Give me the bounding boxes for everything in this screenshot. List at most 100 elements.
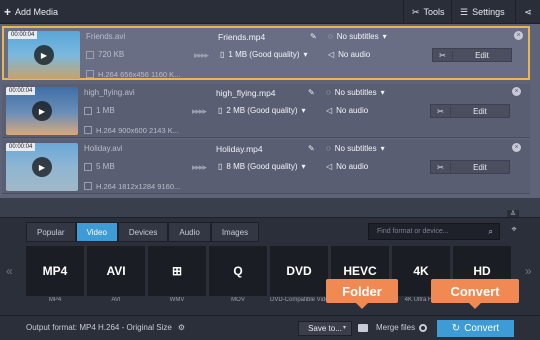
file-row[interactable]: 00:00:04 ▶ Holiday.avi 5 MB H.264 1812x1… — [2, 140, 530, 194]
subtitles-dropdown[interactable]: ◌ No subtitles ▾ — [326, 144, 385, 153]
tab-popular[interactable]: Popular — [26, 222, 76, 242]
settings-label: Settings — [472, 7, 505, 17]
tab-video[interactable]: Video — [75, 222, 118, 242]
format-tile-dvd[interactable]: DVD DVD-Compatible Video — [270, 246, 328, 306]
source-file-name: Friends.avi — [86, 32, 126, 41]
output-quality-dropdown[interactable]: ▯ 1 MB (Good quality) ▾ — [220, 50, 308, 59]
dvd-logo: DVD — [270, 246, 328, 296]
pencil-icon[interactable]: ✎ — [308, 88, 315, 97]
edit-button[interactable]: ✂ Edit — [432, 48, 512, 62]
add-media-label: Add Media — [15, 7, 59, 17]
subtitles-dropdown[interactable]: ◌ No subtitles ▾ — [328, 32, 387, 41]
windows-logo-icon: ⊞ — [148, 246, 206, 296]
avi-logo: AVI — [87, 246, 145, 296]
format-caption: WMV — [169, 297, 185, 303]
chevron-down-icon: ▾ — [301, 162, 306, 171]
settings-button[interactable]: ☰ Settings — [451, 0, 515, 24]
remove-file-icon[interactable]: × — [512, 87, 521, 96]
audio-dropdown[interactable]: ◁ No audio — [328, 50, 370, 59]
output-size-label: 2 MB (Good quality) — [226, 106, 298, 115]
file-row[interactable]: 00:00:04 ▶ Friends.avi 720 KB H.264 656x… — [2, 26, 530, 80]
play-icon[interactable]: ▶ — [32, 157, 52, 177]
convert-button[interactable]: ↻ Convert — [437, 320, 514, 337]
device-detect-icon[interactable]: ⌖ — [507, 224, 521, 238]
merge-files-toggle[interactable]: Merge files — [376, 323, 428, 332]
edit-button[interactable]: ✂ Edit — [430, 160, 510, 174]
document-icon: ▯ — [218, 162, 223, 171]
subtitles-label: No subtitles — [334, 144, 377, 153]
edit-label: Edit — [473, 106, 487, 116]
play-icon[interactable]: ▶ — [34, 45, 54, 65]
output-quality-dropdown[interactable]: ▯ 8 MB (Good quality) ▾ — [218, 162, 306, 171]
format-tile-mov[interactable]: Q MOV — [209, 246, 267, 306]
source-file-size: 5 MB — [96, 162, 115, 171]
speech-bubble-icon: ◌ — [328, 32, 333, 41]
play-icon[interactable]: ▶ — [32, 101, 52, 121]
video-thumbnail[interactable]: 00:00:04 ▶ — [6, 87, 78, 135]
format-tile-avi[interactable]: AVI AVI — [87, 246, 145, 306]
arrow-right-icon: ▸▸▸▸ — [192, 106, 207, 116]
video-thumbnail[interactable]: 00:00:04 ▶ — [8, 31, 80, 79]
file-size-icon — [86, 51, 94, 59]
gear-icon[interactable]: ⚙ — [178, 323, 185, 332]
share-button[interactable]: ⋖ — [515, 0, 540, 24]
folder-icon[interactable] — [358, 324, 368, 332]
source-file-size: 720 KB — [98, 50, 125, 59]
format-caption: MP4 — [48, 297, 62, 303]
speaker-icon: ◁ — [326, 162, 333, 171]
toggle-icon — [419, 323, 428, 332]
format-caption: MOV — [231, 297, 245, 303]
speech-bubble-icon: ◌ — [326, 88, 331, 97]
codec-info-icon — [84, 126, 92, 134]
format-tile-wmv[interactable]: ⊞ WMV — [148, 246, 206, 306]
edit-button[interactable]: ✂ Edit — [430, 104, 510, 118]
file-row[interactable]: 00:00:04 ▶ high_flying.avi 1 MB H.264 90… — [2, 84, 530, 138]
duration-badge: 00:00:04 — [8, 31, 38, 39]
source-file-name: high_flying.avi — [84, 88, 135, 97]
folder-callout: Folder — [326, 279, 398, 309]
format-search-input[interactable]: Find format or device... ⌕ — [368, 223, 500, 240]
convert-callout: Convert — [431, 279, 519, 309]
search-icon[interactable]: ⌕ — [489, 227, 493, 237]
tools-button[interactable]: ✂ Tools — [403, 0, 451, 24]
pencil-icon[interactable]: ✎ — [308, 144, 315, 153]
tab-devices[interactable]: Devices — [117, 222, 169, 242]
pencil-icon[interactable]: ✎ — [310, 32, 317, 41]
file-size-icon — [84, 107, 92, 115]
remove-file-icon[interactable]: × — [514, 31, 523, 40]
scroll-right-icon[interactable]: » — [525, 264, 532, 278]
hamburger-icon: ☰ — [460, 6, 469, 17]
source-file-info: H.264 656x456 1160 K... — [98, 70, 181, 79]
audio-label: No audio — [336, 162, 369, 171]
search-placeholder: Find format or device... — [377, 228, 449, 235]
document-icon: ▯ — [220, 50, 225, 59]
subtitles-dropdown[interactable]: ◌ No subtitles ▾ — [326, 88, 385, 97]
speaker-icon: ◁ — [326, 106, 333, 115]
tools-label: Tools — [423, 7, 445, 17]
output-quality-dropdown[interactable]: ▯ 2 MB (Good quality) ▾ — [218, 106, 306, 115]
video-thumbnail[interactable]: 00:00:04 ▶ — [6, 143, 78, 191]
scissors-icon: ✂ — [431, 106, 451, 116]
format-tile-mp4[interactable]: MP4 MP4 — [26, 246, 84, 306]
edit-label: Edit — [473, 162, 487, 172]
audio-dropdown[interactable]: ◁ No audio — [326, 106, 368, 115]
chevron-down-icon: ▾ — [301, 106, 306, 115]
scissors-icon: ✂ — [431, 162, 451, 172]
chevron-down-icon: ▾ — [303, 50, 308, 59]
chevron-down-icon[interactable]: ▾ — [343, 324, 346, 331]
subtitles-label: No subtitles — [336, 32, 379, 41]
chevron-down-icon: ▾ — [380, 144, 385, 153]
scroll-left-icon[interactable]: « — [6, 264, 13, 278]
duration-badge: 00:00:04 — [6, 87, 36, 95]
audio-dropdown[interactable]: ◁ No audio — [326, 162, 368, 171]
tab-images[interactable]: Images — [210, 222, 260, 242]
output-file-name[interactable]: Friends.mp4 — [218, 32, 265, 42]
quicktime-logo-icon: Q — [209, 246, 267, 296]
output-file-name[interactable]: high_flying.mp4 — [216, 88, 276, 98]
tab-audio[interactable]: Audio — [168, 222, 211, 242]
output-file-name[interactable]: Holiday.mp4 — [216, 144, 263, 154]
add-media-button[interactable]: + Add Media — [4, 4, 58, 20]
remove-file-icon[interactable]: × — [512, 143, 521, 152]
file-list: 00:00:04 ▶ Friends.avi 720 KB H.264 656x… — [0, 24, 540, 198]
chevron-down-icon: ▾ — [382, 32, 387, 41]
